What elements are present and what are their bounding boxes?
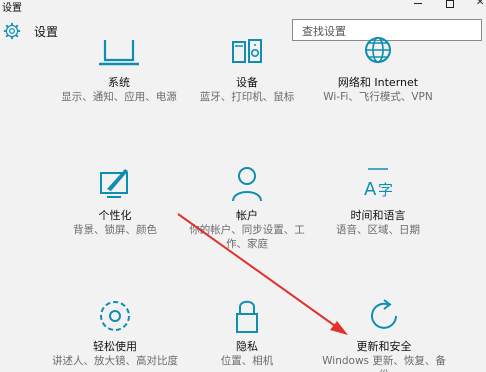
tile-description: 背景、锁屏、颜色 — [73, 224, 157, 236]
tile-time-language[interactable]: A 字 时间和语言 语音、区域、日期 — [303, 165, 453, 237]
tile-description: 语音、区域、日期 — [336, 224, 420, 236]
tile-label: 时间和语言 — [350, 209, 406, 222]
tile-personalization[interactable]: 个性化 背景、锁屏、颜色 — [40, 165, 190, 237]
tile-label: 网络和 Internet — [337, 76, 419, 89]
tile-accounts[interactable]: 帐户 你的帐户、同步设置、工作、家庭 — [172, 165, 322, 251]
minimize-button[interactable] — [414, 3, 422, 4]
tile-label: 个性化 — [98, 209, 132, 222]
tile-label: 轻松使用 — [93, 340, 137, 353]
paint-screen-icon — [40, 165, 190, 209]
tile-label: 隐私 — [236, 340, 258, 353]
tile-description: 讲述人、放大镜、高对比度 — [52, 355, 178, 367]
tile-update-security[interactable]: 更新和安全 Windows 更新、恢复、备份 — [309, 298, 459, 372]
svg-text:A: A — [364, 179, 377, 200]
tile-ease-of-access[interactable]: 轻松使用 讲述人、放大镜、高对比度 — [40, 298, 190, 368]
globe-icon — [303, 37, 453, 76]
ease-of-access-icon — [40, 298, 190, 340]
language-icon: A 字 — [303, 165, 453, 209]
lock-icon — [172, 298, 322, 340]
tile-description: 你的帐户、同步设置、工作、家庭 — [189, 224, 305, 250]
person-icon — [172, 165, 322, 209]
tile-description: Wi-Fi、飞行模式、VPN — [323, 91, 433, 103]
tile-label: 更新和安全 — [356, 340, 412, 353]
tile-devices[interactable]: 设备 蓝牙、打印机、鼠标 — [172, 38, 322, 104]
window-title: 设置 — [2, 3, 22, 14]
tile-description: Windows 更新、恢复、备份 — [322, 355, 446, 372]
tile-description: 蓝牙、打印机、鼠标 — [199, 91, 295, 103]
title-bar: 设置 ✕ — [0, 0, 486, 14]
gear-icon — [3, 22, 21, 40]
tile-description: 位置、相机 — [220, 355, 274, 367]
refresh-icon — [309, 298, 459, 340]
tile-network[interactable]: 网络和 Internet Wi-Fi、飞行模式、VPN — [303, 37, 453, 104]
close-button[interactable]: ✕ — [476, 0, 484, 8]
tile-label: 设备 — [236, 76, 258, 89]
svg-text:字: 字 — [378, 181, 393, 199]
maximize-button[interactable] — [446, 0, 454, 8]
tile-privacy[interactable]: 隐私 位置、相机 — [172, 298, 322, 368]
devices-icon — [172, 38, 322, 76]
tile-label: 帐户 — [236, 209, 258, 222]
settings-window: 设置 ✕ 设置 查找设置 系统 显示、通知、应用、电源 设备 蓝牙、打印机、鼠标… — [0, 0, 486, 372]
search-placeholder: 查找设置 — [302, 25, 346, 38]
